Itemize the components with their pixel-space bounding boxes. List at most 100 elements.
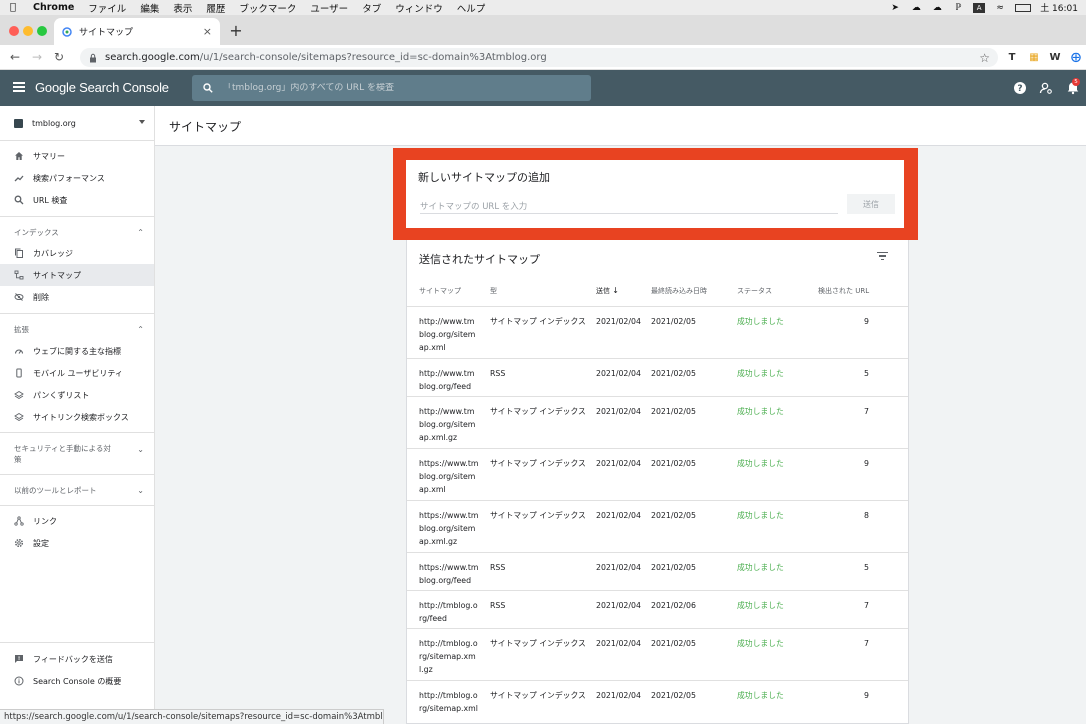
minimize-window-button[interactable] — [23, 26, 33, 36]
reload-icon[interactable]: ↻ — [48, 50, 70, 64]
section-enhancements[interactable]: 拡張 ⌃ — [0, 324, 154, 335]
page-header: サイトマップ — [155, 106, 1086, 146]
layers-icon — [14, 390, 24, 400]
section-index[interactable]: インデックス ⌃ — [0, 227, 154, 238]
extension-t-icon[interactable]: T — [1004, 49, 1020, 65]
tab-sitemaps[interactable]: サイトマップ × — [54, 18, 220, 45]
forward-icon[interactable]: → — [26, 50, 48, 64]
close-window-button[interactable] — [9, 26, 19, 36]
input-method-icon[interactable]: A — [973, 2, 986, 13]
table-row[interactable]: https://www.tmblog.org/sitemap.xml サイトマップ… — [407, 448, 908, 500]
search-icon — [203, 83, 213, 93]
submit-sitemap-button[interactable]: 送信 — [847, 194, 895, 214]
submitted-date-cell: 2021/02/04 — [596, 407, 641, 416]
cloud-icon[interactable]: ☁ — [931, 3, 943, 13]
sidebar-item-label: 削除 — [33, 292, 49, 302]
clock[interactable]: 土 16:01 — [1040, 1, 1078, 14]
type-cell: サイトマップ インデックス — [490, 407, 586, 416]
inspect-search-box[interactable] — [192, 75, 591, 101]
zoom-window-button[interactable] — [37, 26, 47, 36]
menu-tab[interactable]: タブ — [355, 1, 388, 15]
notification-badge: 5 — [1072, 78, 1080, 86]
sitemap-icon — [14, 270, 24, 280]
menu-help[interactable]: ヘルプ — [450, 1, 493, 15]
section-security-manual-actions[interactable]: セキュリティと手動による対策 ⌄ — [0, 443, 144, 465]
menu-chrome[interactable]: Chrome — [26, 2, 81, 13]
extension-profile-icon[interactable]: ⨁ — [1068, 49, 1084, 65]
menu-bookmarks[interactable]: ブックマーク — [232, 1, 303, 15]
sidebar-item-label: サマリー — [33, 151, 65, 161]
sidebar-item-about-search-console[interactable]: Search Console の概要 — [0, 670, 154, 692]
section-legacy-tools[interactable]: 以前のツールとレポート ⌄ — [0, 485, 154, 496]
property-selector[interactable]: tmblog.org — [0, 106, 154, 140]
menu-history[interactable]: 履歴 — [199, 1, 232, 15]
sidebar-item-breadcrumbs[interactable]: パンくずリスト — [0, 384, 154, 406]
menu-user[interactable]: ユーザー — [303, 1, 355, 15]
sidebar-item-mobile-usability[interactable]: モバイル ユーザビリティ — [0, 362, 154, 384]
links-tree-icon — [14, 516, 24, 526]
new-tab-button[interactable]: + — [228, 22, 244, 40]
menu-window[interactable]: ウィンドウ — [388, 1, 450, 15]
sidebar-item-sitemaps[interactable]: サイトマップ — [0, 264, 154, 286]
extension-w-icon[interactable]: W — [1047, 49, 1063, 65]
table-row[interactable]: http://tmblog.org/sitemap.xml.gz サイトマップ イ… — [407, 628, 908, 680]
column-header-submitted[interactable]: 送信 ↓ — [596, 286, 619, 296]
inspect-url-input[interactable] — [223, 83, 563, 93]
table-row[interactable]: http://tmblog.org/sitemap.xml サイトマップ インデッ… — [407, 680, 908, 718]
sidebar-item-settings[interactable]: 設定 — [0, 532, 154, 554]
section-label: 拡張 — [14, 325, 29, 334]
menu-file[interactable]: ファイル — [81, 1, 133, 15]
column-header-status[interactable]: ステータス — [737, 286, 772, 296]
sidebar-item-summary[interactable]: サマリー — [0, 145, 154, 167]
menu-view[interactable]: 表示 — [166, 1, 199, 15]
rocket-icon[interactable]: ➤ — [889, 3, 901, 13]
table-row[interactable]: http://www.tmblog.org/feed RSS 2021/02/04 2… — [407, 358, 908, 396]
column-header-type[interactable]: 型 — [490, 286, 497, 296]
bookmark-star-icon[interactable]: ☆ — [979, 51, 990, 65]
close-tab-icon[interactable]: × — [203, 25, 212, 38]
discovered-urls-cell: 9 — [864, 691, 869, 700]
sidebar-item-performance[interactable]: 検索パフォーマンス — [0, 167, 154, 189]
table-row[interactable]: http://www.tmblog.org/sitemap.xml サイトマップ … — [407, 306, 908, 358]
sidebar-item-removals[interactable]: 削除 — [0, 286, 154, 308]
help-icon[interactable]: ? — [1013, 81, 1027, 95]
sidebar-item-core-web-vitals[interactable]: ウェブに関する主な指標 — [0, 340, 154, 362]
submitted-date-cell: 2021/02/04 — [596, 511, 641, 520]
type-cell: RSS — [490, 563, 506, 572]
status-cell: 成功しました — [737, 369, 784, 378]
status-cell: 成功しました — [737, 511, 784, 520]
filter-icon[interactable] — [877, 252, 888, 261]
discovered-urls-cell: 5 — [864, 563, 869, 572]
sidebar-item-links[interactable]: リンク — [0, 510, 154, 532]
battery-icon[interactable] — [1015, 3, 1032, 12]
apple-icon[interactable]:  — [0, 2, 26, 13]
sync-icon[interactable]: ☁ — [910, 3, 922, 13]
extension-grid-icon[interactable]: ▦ — [1026, 49, 1042, 65]
column-header-sitemap[interactable]: サイトマップ — [419, 286, 461, 296]
address-bar[interactable]: search.google.com/u/1/search-console/sit… — [80, 48, 998, 67]
product-logo[interactable]: Google Search Console — [35, 80, 169, 95]
menu-edit[interactable]: 編集 — [133, 1, 166, 15]
sidebar-item-coverage[interactable]: カバレッジ — [0, 242, 154, 264]
discovered-urls-cell: 7 — [864, 407, 869, 416]
section-label: インデックス — [14, 228, 59, 237]
column-header-last-read[interactable]: 最終読み込み日時 — [651, 286, 707, 296]
type-cell: サイトマップ インデックス — [490, 639, 586, 648]
column-header-discovered-urls[interactable]: 検出された URL — [818, 286, 869, 296]
sidebar-item-label: サイトリンク検索ボックス — [33, 412, 129, 422]
menu-icon[interactable] — [13, 82, 25, 92]
table-row[interactable]: http://www.tmblog.org/sitemap.xml.gz サイトマ… — [407, 396, 908, 448]
sidebar-item-sitelinks-searchbox[interactable]: サイトリンク検索ボックス — [0, 406, 154, 428]
discovered-urls-cell: 7 — [864, 639, 869, 648]
lock-icon[interactable] — [88, 53, 98, 63]
wifi-icon[interactable]: ≈ — [994, 3, 1006, 13]
table-row[interactable]: https://www.tmblog.org/feed RSS 2021/02/04… — [407, 552, 908, 590]
sidebar-item-url-inspection[interactable]: URL 検査 — [0, 189, 154, 211]
table-row[interactable]: https://www.tmblog.org/sitemap.xml.gz サイト… — [407, 500, 908, 552]
table-row[interactable]: http://tmblog.org/feed RSS 2021/02/04 2021/… — [407, 590, 908, 628]
sitemap-url-input[interactable] — [420, 200, 838, 214]
manage-users-icon[interactable] — [1039, 81, 1053, 95]
sidebar-item-send-feedback[interactable]: フィードバックを送信 — [0, 648, 154, 670]
back-icon[interactable]: ← — [4, 50, 26, 64]
bluetooth-icon[interactable]: ℙ — [952, 3, 964, 13]
